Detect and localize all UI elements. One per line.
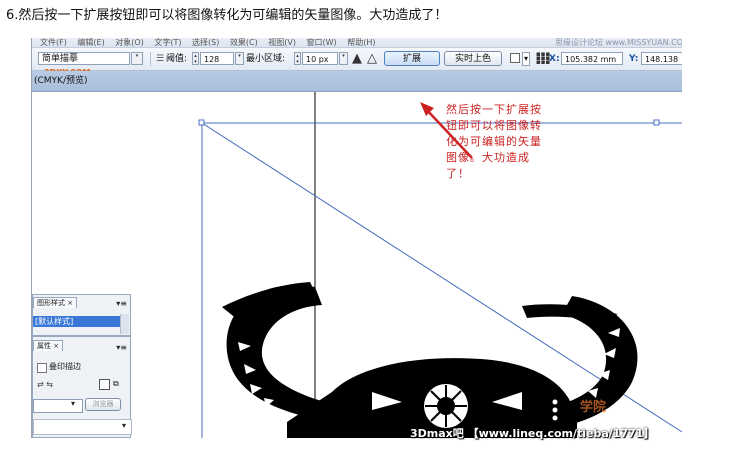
menu-select[interactable]: 选择(S) [192, 38, 219, 47]
illustrator-window: 文件(F) 编辑(E) 对象(O) 文字(T) 选择(S) 效果(C) 视图(V… [31, 38, 682, 438]
preset-select[interactable]: 简单描摹 3DXY.COM [38, 52, 130, 77]
menu-help[interactable]: 帮助(H) [347, 38, 375, 47]
url-dropdown-icon[interactable]: ▾ [122, 421, 126, 430]
preset-dropdown-arrow-icon[interactable]: ▾ [131, 52, 143, 65]
caption: 6.然后按一下扩展按钮即可以将图像转化为可编辑的矢量图像。大功造成了！ [6, 8, 448, 23]
overprint-checkbox[interactable] [37, 363, 47, 373]
imagemap-dropdown-icon[interactable]: ▾ [71, 399, 75, 408]
attributes-tab[interactable]: 属性 × [33, 340, 64, 351]
min-area-stepper-icon[interactable]: ▴ ▾ [294, 52, 301, 65]
close-icon[interactable]: × [67, 299, 73, 307]
bbox-handle-top-left [198, 119, 205, 126]
top-watermark: 思缘设计论坛 www.MISSYUAN.COM [555, 38, 682, 47]
graphic-styles-panel: 图形样式 × ▾≡ [默认样式] [32, 294, 131, 336]
attributes-tab-label: 属性 [37, 342, 51, 350]
close-icon[interactable]: × [53, 342, 59, 350]
live-paint-button[interactable]: 实时上色 [444, 51, 502, 66]
show-center-icon[interactable] [99, 379, 110, 390]
imagemap-select[interactable] [33, 399, 83, 413]
annotation-callout: 然后按一下扩展按钮即可以将图像转化为可编辑的矢量图像。大功造成了！ [446, 103, 542, 180]
expand-button[interactable]: 扩展 [384, 51, 440, 66]
align-dropdown-icon[interactable]: ▾ [522, 52, 531, 66]
menu-type[interactable]: 文字(T) [154, 38, 181, 47]
threshold-dropdown-icon[interactable]: ▾ [235, 52, 244, 65]
menu-object[interactable]: 对象(O) [115, 38, 144, 47]
browser-button[interactable]: 浏览器 [85, 398, 121, 411]
menu-effect[interactable]: 效果(C) [230, 38, 258, 47]
min-area-dropdown-icon[interactable]: ▾ [339, 52, 348, 65]
graphic-styles-tab[interactable]: 图形样式 × [33, 297, 78, 308]
control-toolbar: 简单描摹 3DXY.COM ▾ ☰ 阈值: ▴▾ 128 ▾ 最小区域: ▴▾ … [32, 48, 682, 77]
attributes-panel: 属性 × ▾≡ 叠印描边 ⇄ ⇆ ⧉ ▾ 浏览器 ▾ [32, 336, 132, 438]
y-label: Y: [629, 54, 639, 64]
footer-watermark-url: 3Dmax吧 【www.lineq.com/tieba/1771】 [410, 427, 655, 440]
papercut-wheel-spokes [425, 385, 467, 427]
min-area-input[interactable]: 10 px [302, 52, 338, 65]
menu-view[interactable]: 视图(V) [268, 38, 296, 47]
school-watermark: 学院 [580, 400, 607, 415]
default-style-item[interactable]: [默认样式] [33, 316, 123, 327]
preset-value: 简单描摹 [42, 54, 79, 64]
options-icon[interactable]: ☰ [156, 54, 164, 64]
document-tab[interactable]: (CMYK/预览) [32, 71, 682, 92]
menu-file[interactable]: 文件(F) [40, 38, 67, 47]
menu-window[interactable]: 窗口(W) [307, 38, 337, 47]
bbox-handle-top-right [653, 119, 660, 126]
swap-icon[interactable]: ⇄ ⇆ [37, 380, 53, 389]
document-tab-label: (CMYK/预览) [34, 76, 88, 86]
menu-edit[interactable]: 编辑(E) [77, 38, 104, 47]
overprint-label: 叠印描边 [49, 362, 81, 371]
align-icon[interactable] [510, 53, 520, 63]
graphic-styles-tab-label: 图形样式 [37, 299, 65, 307]
hide-center-icon[interactable]: ⧉ [113, 379, 119, 389]
divider [150, 52, 151, 66]
url-field[interactable] [33, 419, 132, 435]
threshold-stepper-icon[interactable]: ▴ ▾ [192, 52, 199, 65]
min-area-label: 最小区域: [246, 54, 286, 64]
fill-triangle-icon[interactable]: ▲ [352, 51, 362, 66]
y-input[interactable]: 148.138 [641, 52, 682, 65]
threshold-label: 阈值: [166, 54, 188, 64]
panel-menu-icon[interactable]: ▾≡ [116, 299, 127, 308]
x-label: X: [549, 54, 560, 64]
panel-scrollbar[interactable] [120, 314, 129, 334]
threshold-input[interactable]: 128 [200, 52, 234, 65]
x-input[interactable]: 105.382 mm [561, 52, 623, 65]
panel-menu-icon[interactable]: ▾≡ [116, 343, 127, 352]
menu-bar: 文件(F) 编辑(E) 对象(O) 文字(T) 选择(S) 效果(C) 视图(V… [32, 38, 682, 48]
stroke-triangle-icon[interactable]: △ [367, 51, 377, 66]
